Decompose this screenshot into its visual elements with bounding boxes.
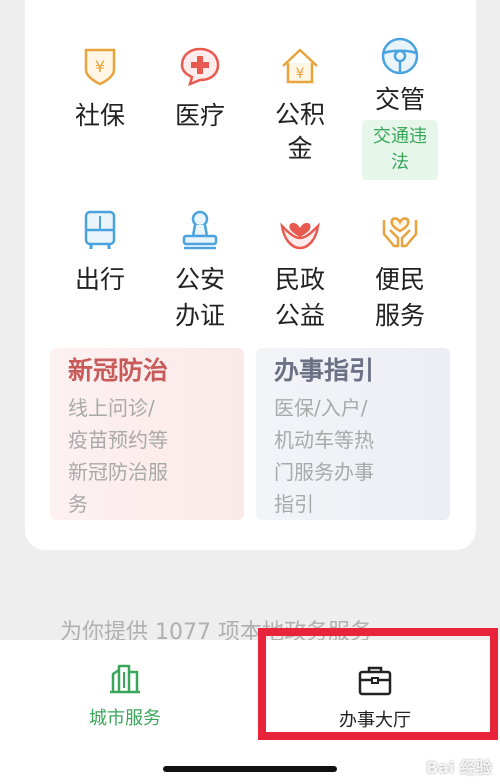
svg-text:¥: ¥ — [296, 66, 305, 82]
briefcase-icon — [358, 666, 392, 696]
service-label: 公安 办证 — [174, 265, 225, 330]
service-traffic[interactable]: 交管 交通违 法 — [355, 34, 445, 180]
service-label: 医疗 — [174, 101, 225, 130]
service-label: 交管 — [374, 85, 425, 114]
service-social-security[interactable]: ¥ 社保 — [55, 44, 145, 134]
medical-cross-bubble-icon — [180, 47, 220, 87]
service-medical[interactable]: 医疗 — [155, 44, 245, 134]
watermark: Bai 经验 — [425, 758, 492, 777]
service-convenience[interactable]: 便民 服务 — [355, 208, 445, 334]
tab-city-services[interactable]: 城市服务 — [45, 660, 205, 730]
panel-description: 线上问诊/ 疫苗预约等 新冠防治服 务 — [68, 396, 168, 516]
city-buildings-icon — [110, 664, 140, 694]
traffic-violation-badge[interactable]: 交通违 法 — [362, 120, 438, 180]
police-stamp-icon — [182, 210, 218, 250]
tab-label: 城市服务 — [89, 708, 161, 729]
home-indicator[interactable] — [163, 766, 337, 772]
service-housing-fund[interactable]: ¥ 公积 金 — [255, 44, 345, 166]
heart-hands-icon — [382, 217, 418, 248]
service-label: 社保 — [74, 101, 125, 130]
service-guide-panel[interactable]: 办事指引 医保/入户/ 机动车等热 门服务办事 指引 — [256, 348, 450, 520]
tab-label: 办事大厅 — [339, 710, 411, 731]
service-label: 公积 金 — [274, 100, 325, 163]
panel-title: 新冠防治 — [68, 356, 169, 385]
covid-prevention-panel[interactable]: 新冠防治 线上问诊/ 疫苗预约等 新冠防治服 务 — [50, 348, 244, 520]
tab-service-hall[interactable]: 办事大厅 — [295, 662, 455, 732]
service-civil-affairs[interactable]: 民政 公益 — [255, 208, 345, 334]
panel-title: 办事指引 — [274, 356, 375, 385]
service-police-license[interactable]: 公安 办证 — [155, 208, 245, 334]
bus-icon — [84, 210, 116, 249]
social-security-shield-icon: ¥ — [84, 48, 116, 86]
service-travel[interactable]: 出行 — [55, 208, 145, 298]
svg-text:¥: ¥ — [95, 57, 105, 76]
steering-wheel-icon — [381, 37, 419, 75]
service-label: 出行 — [74, 265, 125, 294]
service-label: 民政 公益 — [274, 265, 325, 330]
panel-description: 医保/入户/ 机动车等热 门服务办事 指引 — [274, 396, 374, 516]
service-label: 便民 服务 — [374, 265, 425, 330]
housing-fund-house-icon: ¥ — [282, 48, 318, 84]
heart-flower-icon — [280, 222, 320, 250]
